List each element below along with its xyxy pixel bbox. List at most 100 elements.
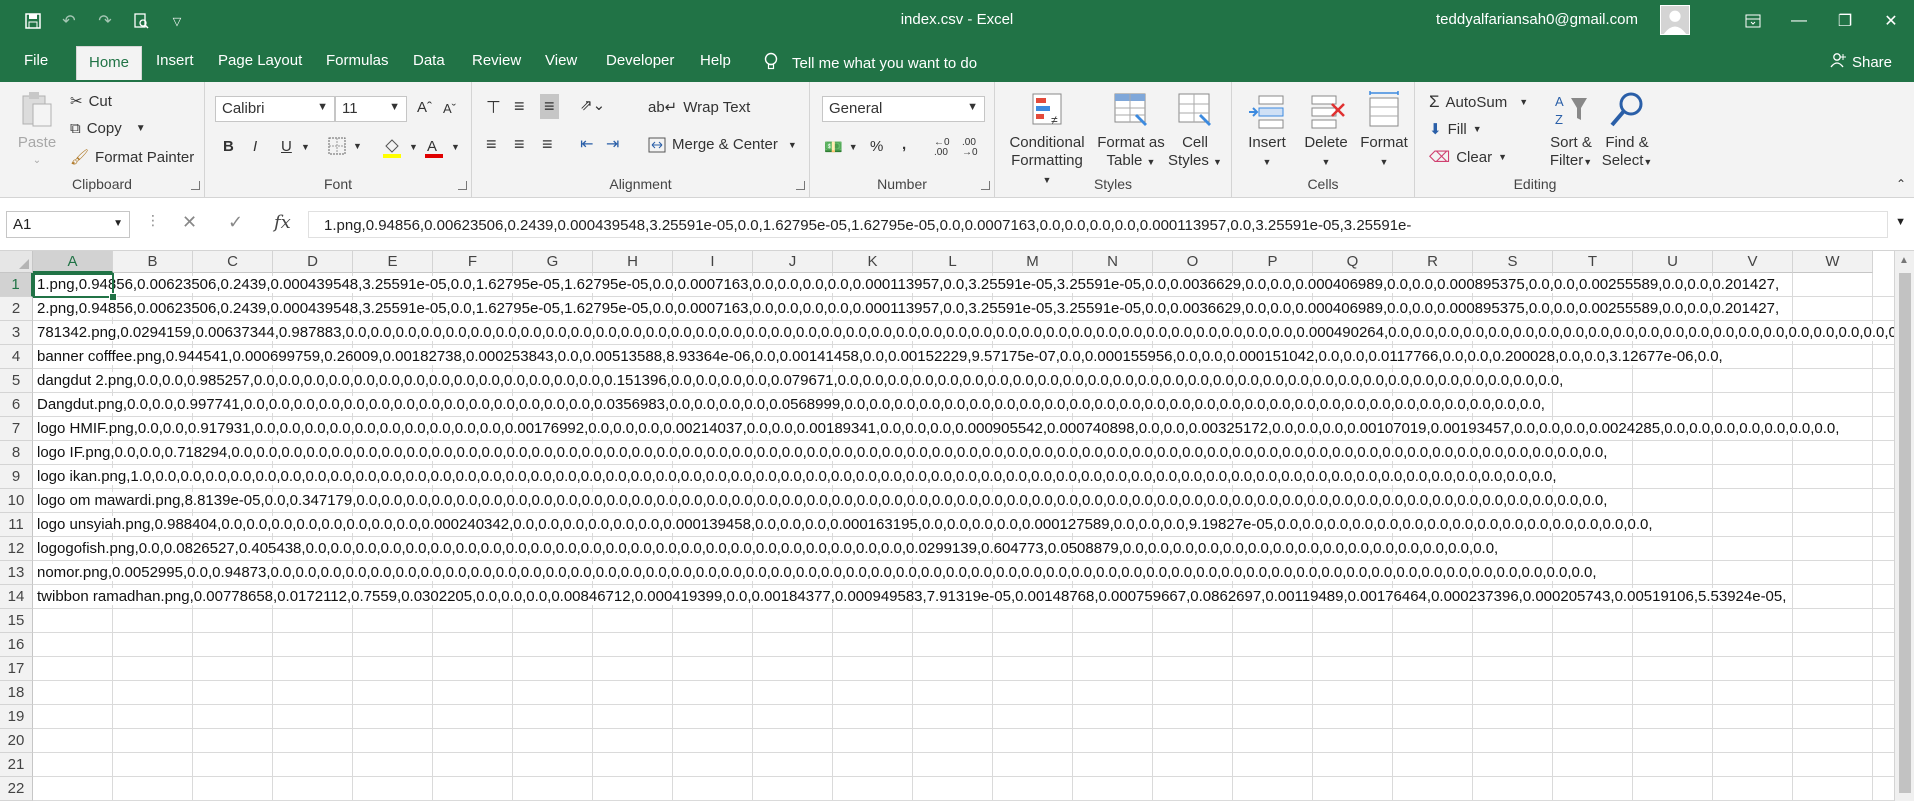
collapse-ribbon-icon[interactable]: ⌃ [1896, 177, 1906, 191]
cell-a4[interactable]: banner cofffee.png,0.944541,0.000699759,… [37, 348, 1723, 365]
column-header-l[interactable]: L [913, 251, 993, 273]
tab-view[interactable]: View [545, 52, 577, 69]
customize-qat-icon[interactable]: ▽ [164, 8, 190, 34]
redo-icon[interactable]: ↷ [92, 8, 118, 34]
cell-area[interactable]: twibbon ramadhan.png,0.00778658,0.017211… [33, 273, 1894, 801]
close-icon[interactable]: ✕ [1868, 0, 1914, 42]
row-header-3[interactable]: 3 [0, 321, 33, 345]
cell-a7[interactable]: logo HMIF.png,0.0,0.0,0.917931,0.0,0.0,0… [37, 420, 1840, 437]
row-header-7[interactable]: 7 [0, 417, 33, 441]
wrap-text-button[interactable]: ab↵ Wrap Text [648, 98, 750, 117]
dialog-launcher-icon[interactable] [981, 181, 990, 190]
column-header-m[interactable]: M [993, 251, 1073, 273]
expand-formula-bar-icon[interactable]: ▼ [1895, 216, 1906, 228]
row-header-13[interactable]: 13 [0, 561, 33, 585]
decrease-indent-icon[interactable]: ⇤ [580, 134, 593, 154]
align-right-icon[interactable]: ≡ [542, 134, 553, 155]
cell-a8[interactable]: logo IF.png,0.0,0.0,0.718294,0.0,0.0,0.0… [37, 444, 1608, 461]
ribbon-display-options-icon[interactable] [1730, 0, 1776, 42]
column-header-s[interactable]: S [1473, 251, 1553, 273]
row-header-11[interactable]: 11 [0, 513, 33, 537]
bottom-align-icon[interactable]: ≡ [540, 94, 559, 119]
column-header-j[interactable]: J [753, 251, 833, 273]
align-left-icon[interactable]: ≡ [486, 134, 497, 155]
insert-cells-button[interactable]: Insert ▼ [1242, 90, 1292, 171]
format-cells-button[interactable]: Format ▼ [1356, 90, 1412, 171]
column-header-o[interactable]: O [1153, 251, 1233, 273]
cut-button[interactable]: ✂ Cut [70, 92, 112, 111]
row-header-8[interactable]: 8 [0, 441, 33, 465]
percent-style-button[interactable]: % [870, 138, 883, 155]
column-header-p[interactable]: P [1233, 251, 1313, 273]
increase-decimal-icon[interactable]: ←0.00 [934, 138, 950, 158]
tell-me-search[interactable]: Tell me what you want to do [764, 52, 977, 74]
insert-function-icon[interactable]: fx [274, 212, 291, 233]
column-header-k[interactable]: K [833, 251, 913, 273]
save-icon[interactable] [20, 8, 46, 34]
row-header-5[interactable]: 5 [0, 369, 33, 393]
chevron-down-icon[interactable]: ▼ [136, 123, 146, 134]
column-header-c[interactable]: C [193, 251, 273, 273]
top-align-icon[interactable]: ⊤ [486, 98, 501, 118]
column-header-b[interactable]: B [113, 251, 193, 273]
cell-a10[interactable]: logo om mawardi.png,8.8139e-05,0.0,0.347… [37, 492, 1608, 509]
format-as-table-button[interactable]: Format as Table ▼ [1097, 90, 1165, 171]
row-header-18[interactable]: 18 [0, 681, 33, 705]
restore-icon[interactable]: ❐ [1822, 0, 1868, 42]
cell-a13[interactable]: nomor.png,0.0052995,0.0,0.94873,0.0,0.0,… [37, 564, 1597, 581]
column-header-n[interactable]: N [1073, 251, 1153, 273]
vertical-scrollbar[interactable]: ▲ [1894, 251, 1914, 801]
column-header-r[interactable]: R [1393, 251, 1473, 273]
decrease-font-size-icon[interactable]: Aˇ [443, 101, 456, 116]
column-header-g[interactable]: G [513, 251, 593, 273]
cell-a11[interactable]: logo unsyiah.png,0.988404,0.0,0.0,0.0,0.… [37, 516, 1653, 533]
cell-styles-button[interactable]: Cell Styles ▼ [1167, 90, 1223, 171]
copy-button[interactable]: ⧉ Copy ▼ [70, 120, 146, 137]
underline-button[interactable]: U [281, 138, 292, 155]
column-header-i[interactable]: I [673, 251, 753, 273]
row-header-17[interactable]: 17 [0, 657, 33, 681]
row-header-12[interactable]: 12 [0, 537, 33, 561]
tab-data[interactable]: Data [413, 52, 445, 69]
fill-button[interactable]: ⬇ Fill ▼ [1429, 120, 1482, 139]
scroll-up-icon[interactable]: ▲ [1899, 255, 1909, 266]
cell-a6[interactable]: Dangdut.png,0.0,0.0,0.997741,0.0,0.0,0.0… [37, 396, 1545, 413]
increase-indent-icon[interactable]: ⇥ [606, 134, 619, 154]
user-email[interactable]: teddyalfariansah0@gmail.com [1436, 11, 1638, 28]
tab-review[interactable]: Review [472, 52, 521, 69]
cell-a12[interactable]: logogofish.png,0.0,0.0826527,0.405438,0.… [37, 540, 1499, 557]
accounting-format-icon[interactable]: 💵 ▼ [824, 138, 858, 156]
column-header-e[interactable]: E [353, 251, 433, 273]
row-header-16[interactable]: 16 [0, 633, 33, 657]
bold-button[interactable]: B [223, 138, 234, 155]
tab-page-layout[interactable]: Page Layout [218, 52, 302, 69]
row-header-6[interactable]: 6 [0, 393, 33, 417]
align-center-icon[interactable]: ≡ [514, 134, 525, 155]
dialog-launcher-icon[interactable] [796, 181, 805, 190]
tab-developer[interactable]: Developer [606, 52, 674, 69]
row-header-9[interactable]: 9 [0, 465, 33, 489]
tab-insert[interactable]: Insert [156, 52, 194, 69]
row-header-4[interactable]: 4 [0, 345, 33, 369]
font-size-dropdown[interactable]: 11 ▼ [335, 96, 407, 122]
scroll-thumb[interactable] [1899, 273, 1911, 793]
delete-cells-button[interactable]: Delete ▼ [1298, 90, 1354, 171]
cell-a9[interactable]: logo ikan.png,1.0,0.0,0.0,0.0,0.0,0.0,0.… [37, 468, 1557, 485]
row-header-14[interactable]: 14 [0, 585, 33, 609]
comma-style-button[interactable]: , [902, 136, 906, 153]
row-header-21[interactable]: 21 [0, 753, 33, 777]
cell-a2[interactable]: 2.png,0.94856,0.00623506,0.2439,0.000439… [37, 300, 1780, 317]
orientation-icon[interactable]: ⇗⌄ [580, 96, 605, 114]
avatar[interactable] [1660, 5, 1690, 35]
italic-button[interactable]: I [253, 138, 257, 155]
row-header-10[interactable]: 10 [0, 489, 33, 513]
cell-a1[interactable]: 1.png,0.94856,0.00623506,0.2439,0.000439… [37, 276, 1780, 293]
tab-file[interactable]: File [24, 52, 48, 69]
cell-a3[interactable]: 781342.png,0.0294159,0.00637344,0.987883… [37, 324, 1894, 341]
cell-a14[interactable]: twibbon ramadhan.png,0.00778658,0.017211… [37, 588, 1787, 605]
tab-home[interactable]: Home [76, 46, 143, 80]
tab-help[interactable]: Help [700, 52, 731, 69]
select-all-button[interactable] [0, 251, 33, 273]
column-header-h[interactable]: H [593, 251, 673, 273]
undo-icon[interactable]: ↶ [56, 8, 82, 34]
